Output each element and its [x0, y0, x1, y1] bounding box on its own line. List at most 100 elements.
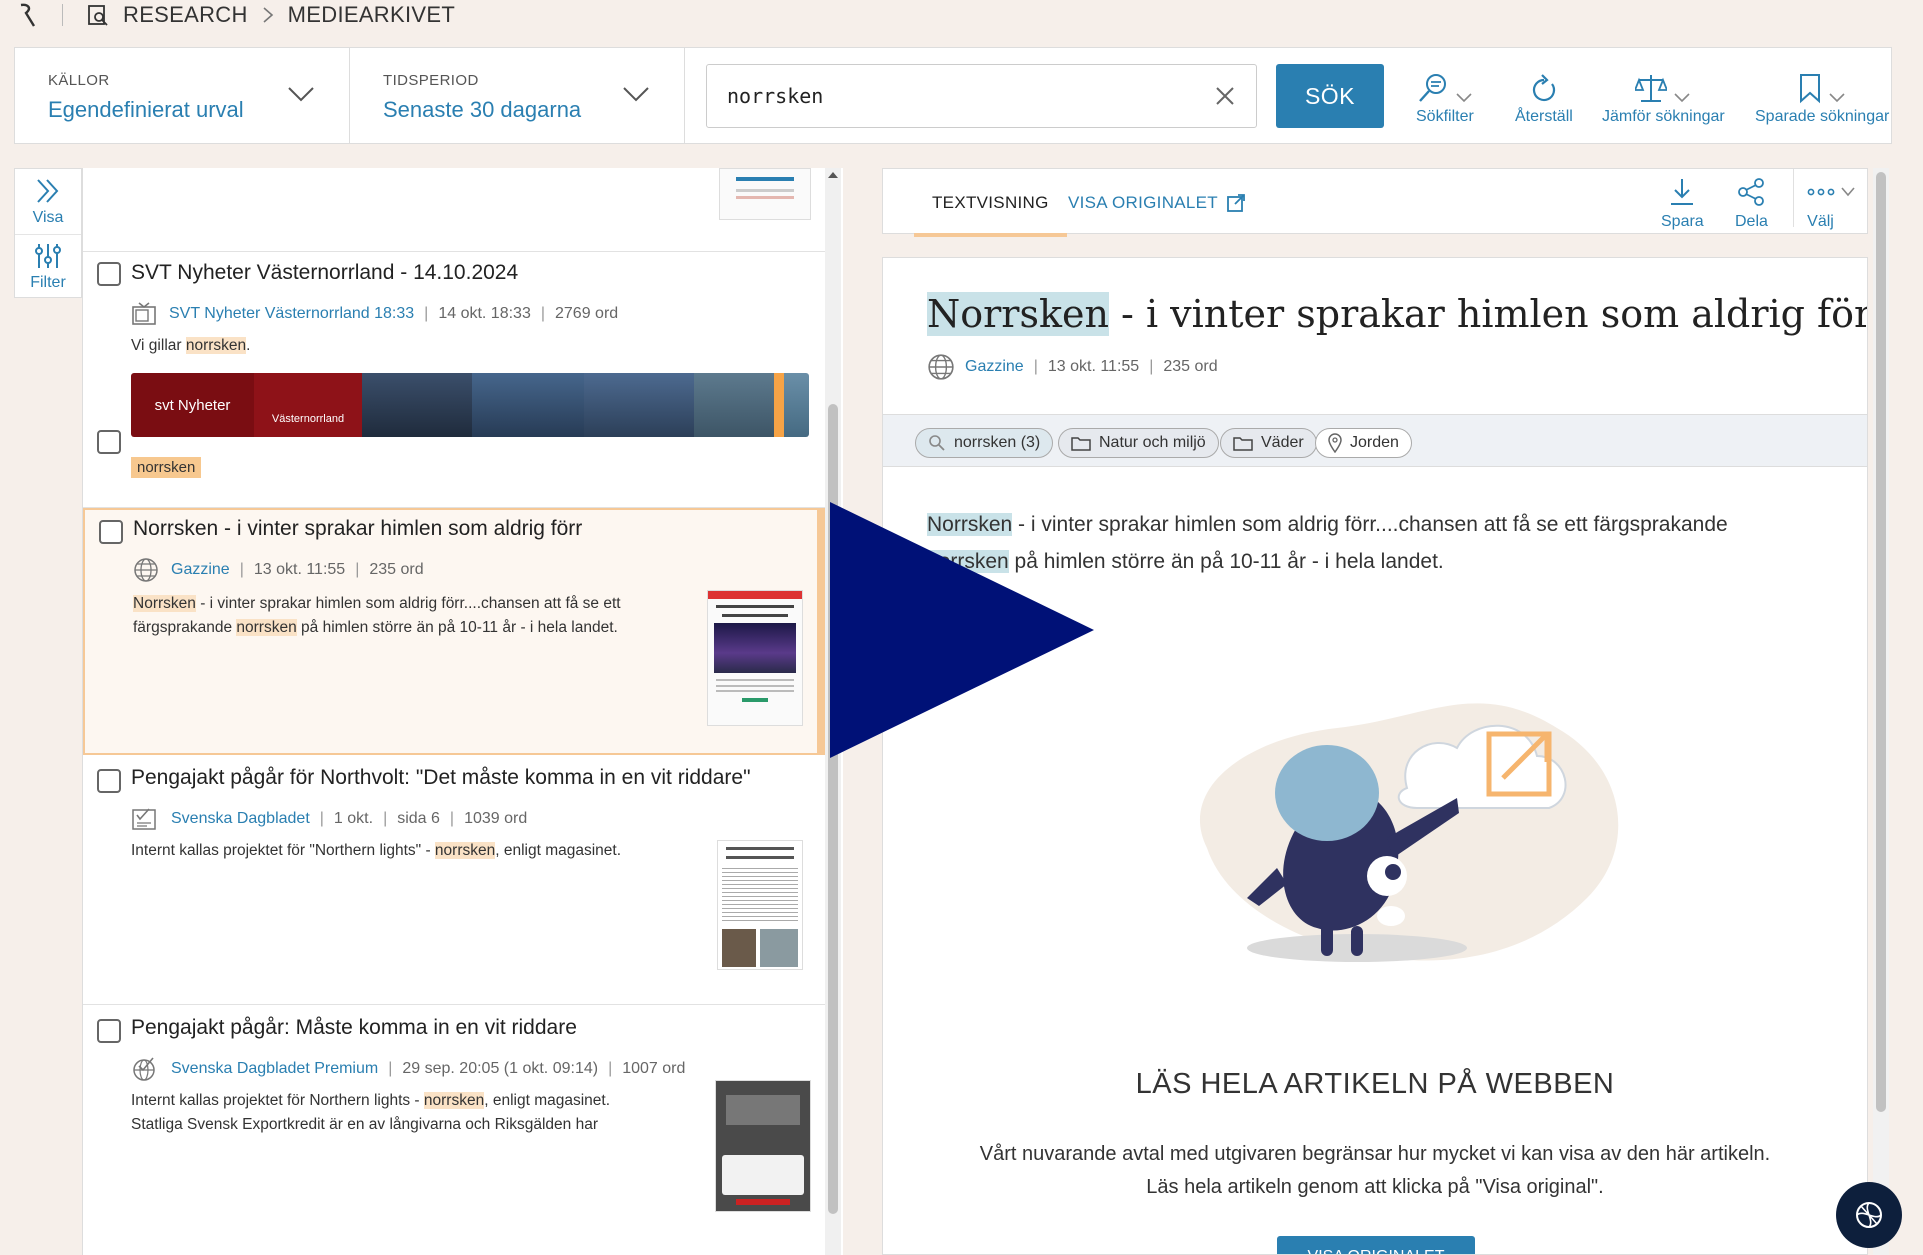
breadcrumb-mediearkivet: MEDIEARKIVET	[287, 2, 456, 27]
period-select[interactable]: TIDSPERIOD Senaste 30 dagarna	[350, 48, 685, 143]
article-date: 29 sep. 20:05 (1 okt. 09:14)	[402, 1060, 599, 1077]
show-original-button[interactable]: VISA ORIGINALET	[1277, 1236, 1475, 1254]
share-label: Dela	[1735, 213, 1768, 230]
globe-icon	[134, 558, 158, 582]
article-source[interactable]: Svenska Dagbladet	[171, 810, 310, 828]
selection-bar	[817, 508, 825, 755]
playhead-marker	[774, 373, 784, 437]
divider: |	[608, 1060, 613, 1077]
reader-header: TEXTVISNING VISA ORIGINALET Spara Dela V…	[882, 168, 1868, 237]
scroll-thumb[interactable]	[1876, 172, 1886, 1112]
select-checkbox[interactable]	[97, 262, 121, 286]
article-date: 14 okt. 18:33	[438, 305, 531, 322]
save-button[interactable]: Spara	[1661, 177, 1704, 231]
article-source[interactable]: Gazzine	[171, 561, 230, 579]
match-tag[interactable]: norrsken	[131, 457, 202, 478]
select-checkbox[interactable]	[97, 430, 121, 454]
double-chevron-right-icon	[37, 178, 59, 203]
select-checkbox[interactable]	[99, 520, 123, 544]
assistant-button[interactable]	[1836, 1182, 1902, 1248]
reset-button[interactable]: Återställ	[1515, 66, 1573, 126]
article-date: 13 okt. 11:55	[1047, 358, 1140, 375]
list-item[interactable]: Pengajakt pågår: Måste komma in en vit r…	[83, 1007, 825, 1255]
select-checkbox[interactable]	[97, 769, 121, 793]
saved-searches-button[interactable]: Sparade sökningar	[1755, 66, 1889, 126]
article-words: 2769 ord	[555, 305, 619, 322]
illustration-mascot	[1199, 703, 1619, 962]
article-page: sida 6	[397, 810, 440, 827]
article-meta: Svenska Dagbladet Premium | 29 sep. 20:0…	[131, 1056, 685, 1082]
article-snippet: Internt kallas projektet för Northern li…	[131, 1092, 611, 1133]
select-checkbox[interactable]	[97, 1019, 121, 1043]
list-item[interactable]	[83, 168, 825, 252]
chevron-down-icon	[623, 87, 649, 102]
article-thumbnail	[719, 168, 811, 220]
article-snippet: Internt kallas projektet för "Northern l…	[131, 842, 622, 859]
folder-icon	[1233, 437, 1253, 451]
filter-label: Filter	[30, 274, 66, 291]
sources-select[interactable]: KÄLLOR Egendefinierat urval	[15, 48, 350, 143]
article-snippet: Norrsken - i vinter sprakar himlen som a…	[133, 595, 621, 636]
search-input[interactable]: norrsken	[706, 64, 1257, 128]
search-button[interactable]: SÖK	[1276, 64, 1384, 128]
video-frame	[694, 373, 774, 437]
sliders-icon	[35, 244, 61, 268]
play-icon[interactable]	[830, 502, 1094, 758]
show-button[interactable]: Visa	[15, 169, 81, 234]
article-words: 235 ord	[1163, 358, 1218, 375]
tab-show-original[interactable]: VISA ORIGINALET	[1068, 193, 1246, 213]
tag-category[interactable]: Väder	[1220, 428, 1317, 458]
globe-newspaper-icon	[133, 1057, 155, 1081]
scroll-up-arrow[interactable]	[828, 172, 838, 178]
reader-scrollbar[interactable]	[1873, 168, 1889, 1255]
divider: |	[1149, 358, 1154, 375]
reset-label: Återställ	[1515, 108, 1573, 125]
breadcrumb-research[interactable]: RESEARCH	[123, 2, 248, 28]
article-source[interactable]: Svenska Dagbladet Premium	[171, 1060, 378, 1078]
list-item[interactable]: Pengajakt pågår för Northvolt: "Det måst…	[83, 757, 825, 1005]
search-icon	[929, 435, 945, 451]
breadcrumb-divider	[62, 4, 63, 26]
compare-searches-button[interactable]: Jämför sökningar	[1602, 66, 1725, 126]
divider: |	[1033, 358, 1038, 375]
list-item-selected[interactable]: Norrsken - i vinter sprakar himlen som a…	[83, 508, 825, 755]
newspaper-icon	[132, 808, 156, 830]
article-title[interactable]: Pengajakt pågår för Northvolt: "Det måst…	[131, 766, 751, 790]
article-title[interactable]: Norrsken - i vinter sprakar himlen som a…	[133, 517, 582, 541]
save-label: Spara	[1661, 213, 1704, 230]
choose-button[interactable]: Välj	[1793, 169, 1867, 230]
tab-text-view[interactable]: TEXTVISNING	[914, 193, 1067, 237]
article-words: 1039 ord	[464, 810, 528, 827]
video-frame	[362, 373, 472, 437]
tag-category[interactable]: Natur och miljö	[1058, 428, 1219, 458]
refresh-icon	[1532, 74, 1555, 102]
divider: |	[319, 810, 324, 827]
location-pin-icon	[1328, 433, 1342, 453]
search-query: norrsken	[727, 84, 824, 108]
article-source[interactable]: SVT Nyheter Västernorrland 18:33	[169, 305, 414, 323]
search-filter-button[interactable]: Sökfilter	[1416, 66, 1474, 126]
chevron-right-icon	[263, 7, 273, 23]
article-thumbnail	[715, 1080, 811, 1212]
article-date: 1 okt.	[333, 810, 374, 827]
clear-icon[interactable]	[1214, 85, 1236, 107]
chevron-down-icon	[1456, 93, 1472, 103]
chevron-down-icon	[1840, 187, 1855, 197]
article-source[interactable]: Gazzine	[965, 358, 1024, 376]
svt-logo-frame: svt Nyheter	[131, 373, 254, 437]
video-filmstrip[interactable]: svt Nyheter Västernorrland	[131, 373, 809, 437]
share-button[interactable]: Dela	[1735, 177, 1768, 231]
list-item[interactable]: SVT Nyheter Västernorrland - 14.10.2024 …	[83, 252, 825, 508]
divider: |	[449, 810, 455, 827]
video-frame	[784, 373, 809, 437]
article-meta: Gazzine | 13 okt. 11:55 | 235 ord	[133, 557, 424, 583]
search-filter-label: Sökfilter	[1416, 108, 1474, 125]
tag-location[interactable]: Jorden	[1315, 428, 1412, 458]
filter-button[interactable]: Filter	[15, 234, 81, 299]
app-logo-icon[interactable]	[18, 2, 38, 28]
article-title[interactable]: SVT Nyheter Västernorrland - 14.10.2024	[131, 261, 518, 285]
article-meta: Svenska Dagbladet | 1 okt. | sida 6 | 10…	[131, 806, 527, 832]
article-thumbnail	[717, 840, 803, 970]
tag-query[interactable]: norrsken (3)	[915, 428, 1054, 458]
article-title[interactable]: Pengajakt pågår: Måste komma in en vit r…	[131, 1016, 577, 1040]
